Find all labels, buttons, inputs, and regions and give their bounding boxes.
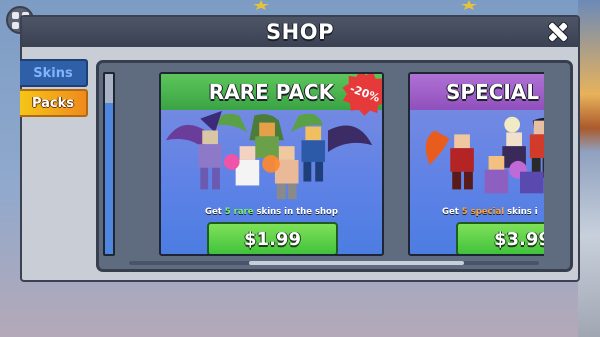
special-pack-title: SPECIAL I	[410, 74, 544, 110]
previous-card-edge[interactable]	[103, 72, 115, 256]
close-button[interactable]	[546, 20, 570, 44]
packs-panel: RARE PACK -20% Get 5 rare skins in the s…	[96, 60, 573, 272]
rare-pack-card[interactable]: RARE PACK -20% Get 5 rare skins in the s…	[159, 72, 384, 256]
star-icon	[253, 0, 269, 10]
shop-header: SHOP	[22, 17, 578, 47]
special-pack-buy-button[interactable]: $3.99	[456, 222, 544, 254]
special-pack-description: Get 5 special skins i	[442, 207, 538, 217]
carousel-scrollbar[interactable]	[129, 261, 539, 265]
rare-pack-buy-button[interactable]: $1.99	[207, 222, 338, 254]
shop-title: SHOP	[266, 20, 334, 44]
shop-window: SHOP Skins Packs RARE PACK -20% Get 5 ra…	[20, 15, 580, 282]
star-icon	[461, 0, 477, 10]
special-pack-characters	[425, 116, 544, 194]
special-pack-card[interactable]: SPECIAL I Get 5 special skins i $3.9	[408, 72, 544, 256]
carousel-scroll-thumb[interactable]	[249, 261, 464, 265]
background-scenery	[578, 0, 600, 337]
rare-pack-characters	[165, 110, 373, 200]
rare-pack-description: Get 5 rare skins in the shop	[205, 207, 338, 217]
packs-carousel[interactable]: RARE PACK -20% Get 5 rare skins in the s…	[119, 72, 544, 256]
category-tabs: Skins Packs	[20, 59, 88, 119]
tab-packs[interactable]: Packs	[20, 89, 88, 117]
grid-menu-icon	[11, 11, 19, 19]
tab-skins[interactable]: Skins	[20, 59, 88, 87]
